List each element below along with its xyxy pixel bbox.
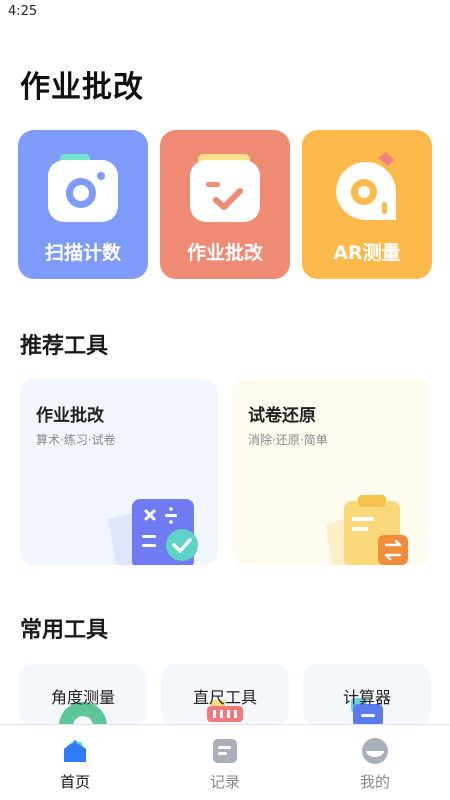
bottom-nav: 首页 记录 我的	[0, 724, 450, 800]
tool-subtitle-paper-restore: 消除·还原·简单	[248, 433, 328, 447]
common-tool-calculator[interactable]: 计算器	[303, 664, 431, 726]
tool-title-paper-restore: 试卷还原	[248, 406, 316, 426]
section-title-recommended: 推荐工具	[20, 334, 109, 359]
section-title-common: 常用工具	[20, 618, 109, 643]
home-icon	[64, 740, 86, 762]
status-time: 4:25	[8, 4, 38, 19]
profile-icon	[362, 738, 388, 764]
nav-label-record: 记录	[209, 773, 240, 791]
nav-label-profile: 我的	[359, 773, 390, 791]
nav-item-home[interactable]: 首页	[0, 725, 150, 800]
record-icon	[213, 739, 237, 763]
nav-item-record[interactable]: 记录	[150, 725, 300, 800]
common-label-angle-measure: 角度测量	[50, 688, 115, 707]
page-title: 作业批改	[20, 70, 144, 105]
nav-label-home: 首页	[59, 773, 90, 791]
status-bar: 4:25	[0, 0, 450, 26]
tool-title-homework-check: 作业批改	[36, 406, 104, 426]
common-label-calculator: 计算器	[342, 688, 391, 707]
tool-card-homework-check[interactable]: 作业批改 算术·练习·试卷	[20, 379, 218, 565]
feature-label-scan-count: 扫描计数	[44, 242, 121, 264]
feature-card-homework-check[interactable]: 作业批改	[160, 130, 290, 279]
common-tool-angle-measure[interactable]: 角度测量	[19, 664, 147, 726]
feature-card-ar-measure[interactable]: AR测量	[302, 130, 432, 279]
feature-label-homework-check: 作业批改	[186, 242, 263, 264]
tool-card-paper-restore[interactable]: 试卷还原 消除·还原·简单	[232, 379, 430, 565]
nav-item-profile[interactable]: 我的	[300, 725, 450, 800]
common-label-ruler: 直尺工具	[192, 688, 257, 707]
common-tool-ruler[interactable]: 直尺工具	[161, 664, 289, 726]
feature-card-scan-count[interactable]: 扫描计数	[18, 130, 148, 279]
tool-subtitle-homework-check: 算术·练习·试卷	[36, 433, 116, 447]
feature-label-ar-measure: AR测量	[333, 242, 401, 264]
